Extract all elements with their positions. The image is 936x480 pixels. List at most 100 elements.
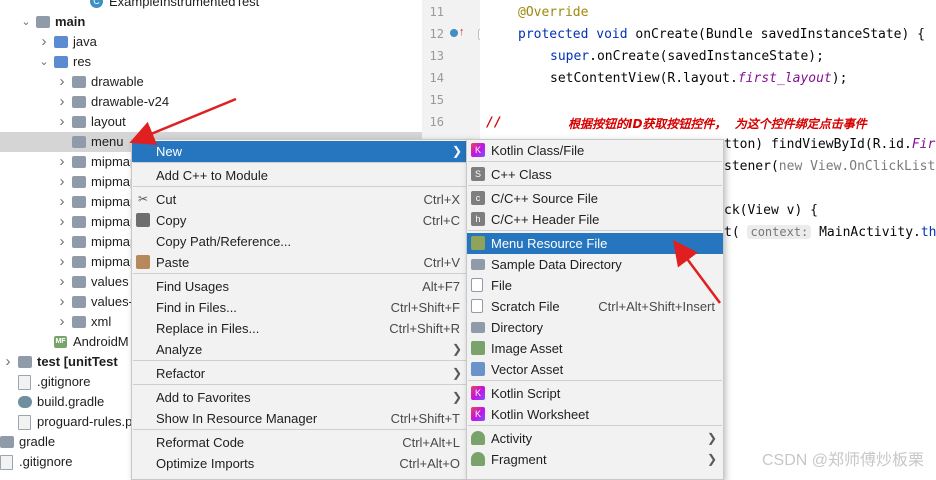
tree-item[interactable]: › java bbox=[0, 32, 422, 52]
menu-item-shortcut: Ctrl+X bbox=[423, 192, 460, 207]
kotlin-script-icon: K bbox=[471, 386, 485, 400]
submenu-item-sample-data-directory[interactable]: Sample Data Directory bbox=[467, 254, 723, 275]
android-icon bbox=[471, 452, 485, 466]
tree-item-label: menu bbox=[91, 134, 124, 149]
submenu-item-fragment[interactable]: Fragment ❯ bbox=[467, 449, 723, 470]
chevron-right-icon[interactable]: › bbox=[38, 32, 50, 52]
tree-item-label: AndroidM bbox=[73, 334, 129, 349]
menu-item-label: Add to Favorites bbox=[156, 390, 251, 405]
menu-item-label: Copy Path/Reference... bbox=[156, 234, 292, 249]
folder-icon bbox=[72, 236, 86, 248]
submenu-item-file[interactable]: File bbox=[467, 275, 723, 296]
menu-item-analyze[interactable]: Analyze ❯ bbox=[132, 339, 468, 360]
menu-item-refactor[interactable]: Refactor ❯ bbox=[132, 363, 468, 384]
submenu-arrow-icon: ❯ bbox=[451, 342, 462, 356]
tree-item[interactable]: ⌄ main bbox=[0, 12, 422, 32]
menu-item-paste[interactable]: Paste Ctrl+V bbox=[132, 252, 468, 273]
code-token: ck(View v) { bbox=[724, 203, 818, 218]
chevron-right-icon[interactable]: › bbox=[56, 112, 68, 132]
chevron-right-icon[interactable]: › bbox=[56, 292, 68, 312]
submenu-item-image-asset[interactable]: Image Asset bbox=[467, 338, 723, 359]
menu-item-cut[interactable]: ✂ Cut Ctrl+X bbox=[132, 189, 468, 210]
folder-icon bbox=[72, 96, 86, 108]
menu-item-find-in-files[interactable]: Find in Files... Ctrl+Shift+F bbox=[132, 297, 468, 318]
menu-item-add-to-favorites[interactable]: Add to Favorites ❯ bbox=[132, 387, 468, 408]
folder-icon bbox=[72, 296, 86, 308]
menu-separator bbox=[468, 380, 722, 381]
up-arrow-icon: ↑ bbox=[459, 26, 465, 38]
folder-icon bbox=[471, 322, 485, 333]
folder-icon bbox=[471, 259, 485, 270]
submenu-item-label: Scratch File bbox=[491, 299, 560, 314]
folder-icon bbox=[72, 176, 86, 188]
chevron-right-icon[interactable]: › bbox=[56, 252, 68, 272]
code-token: View.OnClickList bbox=[802, 159, 936, 174]
menu-item-replace-in-files[interactable]: Replace in Files... Ctrl+Shift+R bbox=[132, 318, 468, 339]
menu-separator bbox=[133, 162, 467, 163]
tree-item[interactable]: ⌄ res bbox=[0, 52, 422, 72]
chevron-down-icon[interactable]: ⌄ bbox=[38, 52, 50, 72]
submenu-item-kotlin-worksheet[interactable]: K Kotlin Worksheet bbox=[467, 404, 723, 425]
kotlin-icon: K bbox=[471, 143, 485, 157]
chevron-right-icon[interactable]: › bbox=[2, 352, 14, 372]
menu-item-add-c-to-module[interactable]: Add C++ to Module bbox=[132, 165, 468, 186]
menu-item-shortcut: Ctrl+Shift+T bbox=[390, 411, 460, 426]
submenu-item-label: Kotlin Worksheet bbox=[491, 407, 590, 422]
submenu-item-c-c-header-file[interactable]: h C/C++ Header File bbox=[467, 209, 723, 230]
chevron-right-icon[interactable]: › bbox=[56, 312, 68, 332]
menu-item-new[interactable]: New ❯ bbox=[132, 141, 468, 162]
tree-item-label: res bbox=[73, 54, 92, 69]
submenu-item-activity[interactable]: Activity ❯ bbox=[467, 428, 723, 449]
override-marker-icon[interactable] bbox=[450, 29, 458, 37]
watermark: CSDN @郑师傅炒板栗 bbox=[761, 452, 924, 469]
submenu-item-scratch-file[interactable]: Scratch File Ctrl+Alt+Shift+Insert bbox=[467, 296, 723, 317]
paste-icon bbox=[136, 255, 150, 269]
menu-item-optimize-imports[interactable]: Optimize Imports Ctrl+Alt+O bbox=[132, 453, 468, 474]
menu-item-label: Copy bbox=[156, 213, 187, 228]
file-icon bbox=[18, 415, 31, 430]
tree-item-label: xml bbox=[91, 314, 112, 329]
menu-item-find-usages[interactable]: Find Usages Alt+F7 bbox=[132, 276, 468, 297]
cpp-header-icon: h bbox=[471, 212, 485, 226]
tree-item-label: build.gradle bbox=[37, 394, 105, 409]
submenu-item-kotlin-class-file[interactable]: K Kotlin Class/File bbox=[467, 140, 723, 161]
keyword-token: super bbox=[550, 49, 590, 64]
menu-item-label: Analyze bbox=[156, 342, 203, 357]
tree-item-label: test [unitTest bbox=[37, 354, 118, 369]
tree-item[interactable]: › layout bbox=[0, 112, 422, 132]
submenu-item-directory[interactable]: Directory bbox=[467, 317, 723, 338]
submenu-item-menu-resource-file[interactable]: Menu Resource File bbox=[467, 233, 723, 254]
submenu-item-c-c-source-file[interactable]: c C/C++ Source File bbox=[467, 188, 723, 209]
tree-item[interactable]: › drawable bbox=[0, 72, 422, 92]
submenu-arrow-icon: ❯ bbox=[706, 431, 717, 445]
chevron-right-icon[interactable]: › bbox=[56, 272, 68, 292]
folder-icon bbox=[0, 436, 14, 448]
menu-item-copy-path-reference[interactable]: Copy Path/Reference... bbox=[132, 231, 468, 252]
context-menu: New ❯ Add C++ to Module ✂ Cut Ctrl+X Copy Ctrl+… bbox=[131, 139, 469, 480]
submenu-item-vector-asset[interactable]: Vector Asset bbox=[467, 359, 723, 380]
submenu-item-label: C/C++ Source File bbox=[491, 191, 598, 206]
tree-item[interactable]: C ExampleInstrumentedTest bbox=[0, 0, 422, 12]
chevron-right-icon[interactable]: › bbox=[56, 212, 68, 232]
code-token: ); bbox=[831, 71, 848, 86]
folder-icon bbox=[54, 56, 68, 68]
submenu-item-kotlin-script[interactable]: K Kotlin Script bbox=[467, 383, 723, 404]
menu-item-copy[interactable]: Copy Ctrl+C bbox=[132, 210, 468, 231]
chevron-right-icon[interactable]: › bbox=[56, 172, 68, 192]
menu-item-label: New bbox=[156, 144, 183, 159]
chevron-right-icon[interactable]: › bbox=[56, 92, 68, 112]
chevron-right-icon[interactable]: › bbox=[56, 192, 68, 212]
submenu-arrow-icon: ❯ bbox=[451, 390, 462, 404]
chevron-down-icon[interactable]: ⌄ bbox=[20, 12, 32, 32]
chevron-right-icon[interactable]: › bbox=[56, 152, 68, 172]
code-token: setContentView(R.layout. bbox=[550, 71, 738, 86]
menu-separator bbox=[133, 360, 467, 361]
menu-item-show-in-resource-manager[interactable]: Show In Resource Manager Ctrl+Shift+T bbox=[132, 408, 468, 429]
chevron-right-icon[interactable]: › bbox=[56, 72, 68, 92]
submenu-item-c-class[interactable]: S C++ Class bbox=[467, 164, 723, 185]
folder-icon bbox=[72, 216, 86, 228]
code-token: onCreate(Bundle savedInstanceState) { bbox=[627, 27, 925, 42]
chevron-right-icon[interactable]: › bbox=[56, 232, 68, 252]
menu-item-reformat-code[interactable]: Reformat Code Ctrl+Alt+L bbox=[132, 432, 468, 453]
tree-item[interactable]: › drawable-v24 bbox=[0, 92, 422, 112]
